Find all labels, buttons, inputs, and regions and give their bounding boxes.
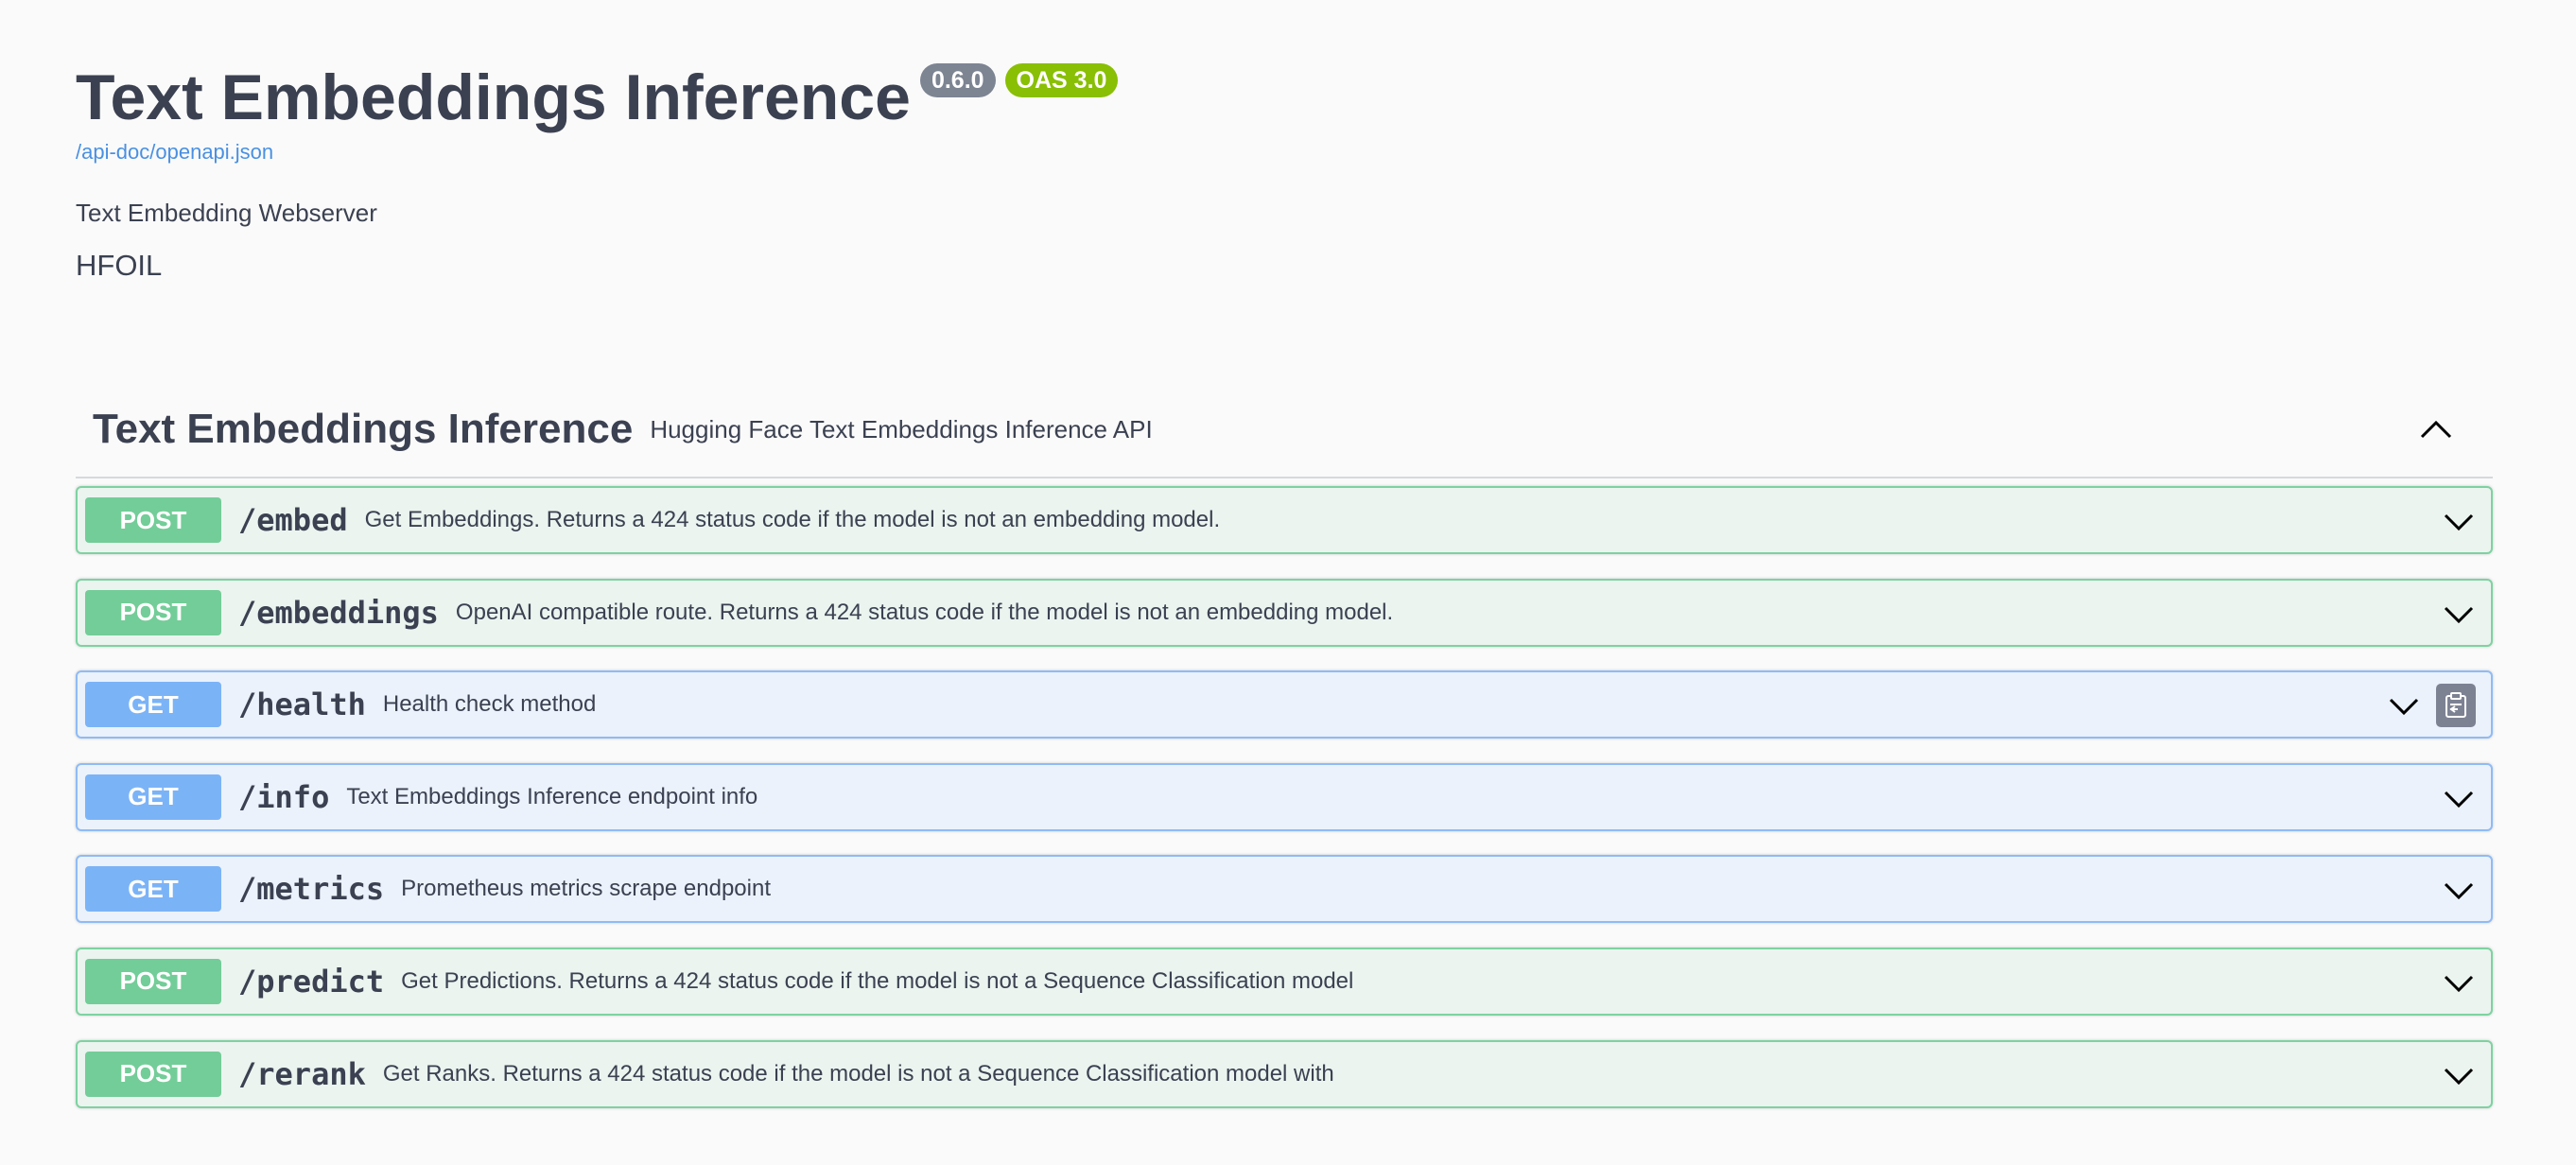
method-badge: POST <box>85 958 221 1004</box>
operation-post-predict[interactable]: POST /predict Get Predictions. Returns a… <box>76 947 2493 1016</box>
api-description: Text Embedding Webserver <box>76 199 377 227</box>
operation-path: /embeddings <box>238 594 439 631</box>
operation-path: /embed <box>238 502 348 538</box>
page-title: Text Embeddings Inference <box>76 61 911 133</box>
operation-path: /rerank <box>238 1055 366 1092</box>
clipboard-icon[interactable] <box>2436 684 2476 728</box>
method-badge: GET <box>85 774 221 820</box>
chevron-down-icon[interactable] <box>2440 596 2478 634</box>
operation-get-health[interactable]: GET /health Health check method <box>76 670 2493 739</box>
operation-summary: Health check method <box>382 691 597 718</box>
chevron-down-icon[interactable] <box>2440 965 2478 1002</box>
license-text: HFOIL <box>76 249 163 282</box>
operation-get-metrics[interactable]: GET /metrics Prometheus metrics scrape e… <box>76 855 2493 924</box>
operation-summary: Get Predictions. Returns a 424 status co… <box>401 967 1354 994</box>
chevron-down-icon[interactable] <box>2440 872 2478 910</box>
chevron-up-icon[interactable] <box>2417 410 2455 448</box>
operation-summary: OpenAI compatible route. Returns a 424 s… <box>455 599 1394 625</box>
tag-section-header[interactable]: Text Embeddings Inference Hugging Face T… <box>76 382 2493 478</box>
operation-summary: Text Embeddings Inference endpoint info <box>346 783 758 809</box>
method-badge: GET <box>85 682 221 728</box>
operation-post-embeddings[interactable]: POST /embeddings OpenAI compatible route… <box>76 578 2493 647</box>
operation-summary: Prometheus metrics scrape endpoint <box>401 876 771 902</box>
operation-path: /predict <box>238 963 385 1000</box>
operation-summary: Get Embeddings. Returns a 424 status cod… <box>364 507 1221 532</box>
method-badge: POST <box>85 589 221 635</box>
chevron-down-icon[interactable] <box>2440 1057 2478 1095</box>
method-badge: GET <box>85 866 221 913</box>
operation-path: /metrics <box>238 871 385 908</box>
operation-path: /info <box>238 778 330 815</box>
oas-badge: OAS 3.0 <box>1004 63 1119 97</box>
method-badge: POST <box>85 497 221 543</box>
chevron-down-icon[interactable] <box>2385 687 2423 725</box>
chevron-down-icon[interactable] <box>2440 780 2478 818</box>
version-badge: 0.6.0 <box>919 63 996 97</box>
chevron-down-icon[interactable] <box>2440 503 2478 541</box>
openapi-spec-link[interactable]: /api-doc/openapi.json <box>76 140 273 165</box>
method-badge: POST <box>85 1051 221 1097</box>
tag-description: Hugging Face Text Embeddings Inference A… <box>650 414 1153 443</box>
tag-name: Text Embeddings Inference <box>93 406 634 452</box>
info-title-row: Text Embeddings Inference 0.6.0 OAS 3.0 <box>76 59 1119 136</box>
operation-post-rerank[interactable]: POST /rerank Get Ranks. Returns a 424 st… <box>76 1039 2493 1108</box>
operations-list: POST /embed Get Embeddings. Returns a 42… <box>76 486 2493 1132</box>
operation-post-embed[interactable]: POST /embed Get Embeddings. Returns a 42… <box>76 486 2493 554</box>
operation-summary: Get Ranks. Returns a 424 status code if … <box>382 1060 1334 1087</box>
operation-path: /health <box>238 687 366 723</box>
operation-get-info[interactable]: GET /info Text Embeddings Inference endp… <box>76 762 2493 831</box>
